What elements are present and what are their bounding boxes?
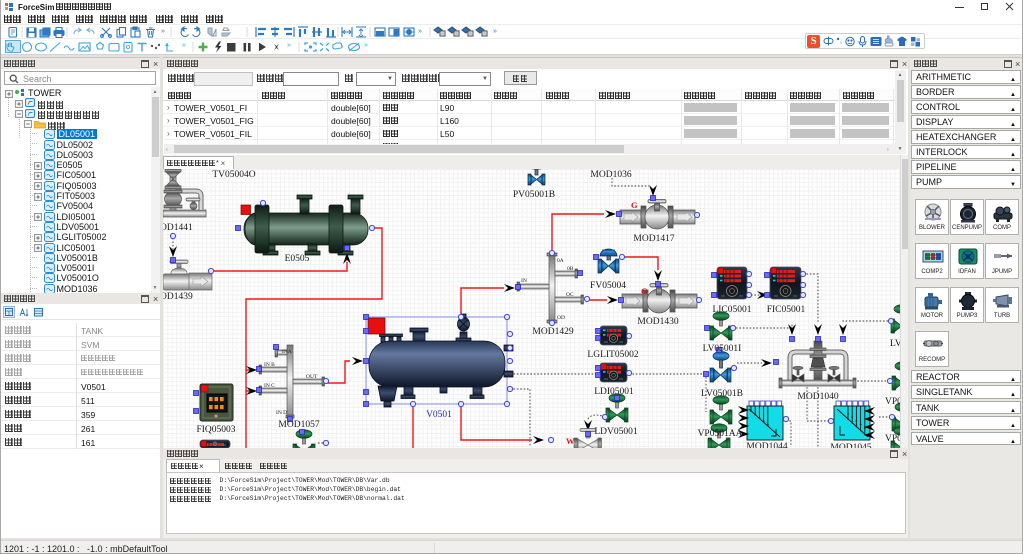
svg-text:PV05001B: PV05001B	[513, 190, 555, 200]
svg-text:FIQ05003: FIQ05003	[196, 425, 235, 435]
svg-text:LIC05001: LIC05001	[712, 305, 751, 315]
svg-text:MOD1040: MOD1040	[797, 392, 838, 402]
svg-text:TV05004O: TV05004O	[212, 170, 255, 180]
svg-text:LDV05001: LDV05001	[594, 427, 638, 437]
svg-text:IN: IN	[521, 278, 527, 284]
svg-text:LV05001B: LV05001B	[701, 389, 743, 399]
svg-text:MOD1417: MOD1417	[633, 234, 674, 244]
svg-text:VP0501AA: VP0501AA	[698, 429, 743, 439]
svg-text:IN B: IN B	[264, 362, 275, 368]
svg-text:FIC05001: FIC05001	[767, 305, 806, 315]
svg-text:»: »	[161, 28, 165, 35]
svg-text:W: W	[566, 436, 575, 446]
svg-text:0A: 0A	[557, 258, 564, 264]
svg-text:G: G	[641, 286, 648, 296]
svg-text:MOD1057: MOD1057	[278, 420, 319, 430]
svg-text:OD1439: OD1439	[163, 292, 193, 302]
svg-text:»: »	[418, 28, 422, 35]
svg-text:FV05004: FV05004	[590, 281, 626, 291]
svg-text:IN C: IN C	[264, 383, 275, 389]
svg-text:LDI05001: LDI05001	[594, 387, 634, 397]
svg-text:IN D: IN D	[276, 410, 287, 416]
svg-text:0B: 0B	[567, 266, 574, 272]
svg-text:V0501: V0501	[426, 410, 452, 420]
svg-text:LV05: LV05	[890, 339, 900, 349]
svg-text:OUT: OUT	[306, 374, 318, 380]
svg-text:»: »	[364, 42, 368, 49]
svg-text:OD: OD	[557, 315, 565, 321]
svg-text:LV05001I: LV05001I	[703, 344, 742, 354]
svg-text:MOD1430: MOD1430	[637, 317, 678, 327]
svg-text:MOD1036: MOD1036	[590, 170, 631, 180]
svg-text:»: »	[493, 28, 497, 35]
svg-text:OC: OC	[566, 292, 574, 298]
svg-text:»: »	[182, 42, 186, 49]
svg-text:VP050: VP050	[885, 397, 900, 407]
svg-text:VP050: VP050	[885, 434, 900, 444]
svg-text:MOD1429: MOD1429	[532, 327, 573, 337]
svg-text:E0505: E0505	[285, 254, 310, 264]
svg-text:OD1441: OD1441	[163, 223, 193, 233]
svg-text:LGLIT05002: LGLIT05002	[587, 350, 638, 360]
svg-text:G: G	[631, 200, 638, 210]
svg-text:»: »	[287, 42, 291, 49]
svg-text:INA: INA	[282, 349, 292, 355]
